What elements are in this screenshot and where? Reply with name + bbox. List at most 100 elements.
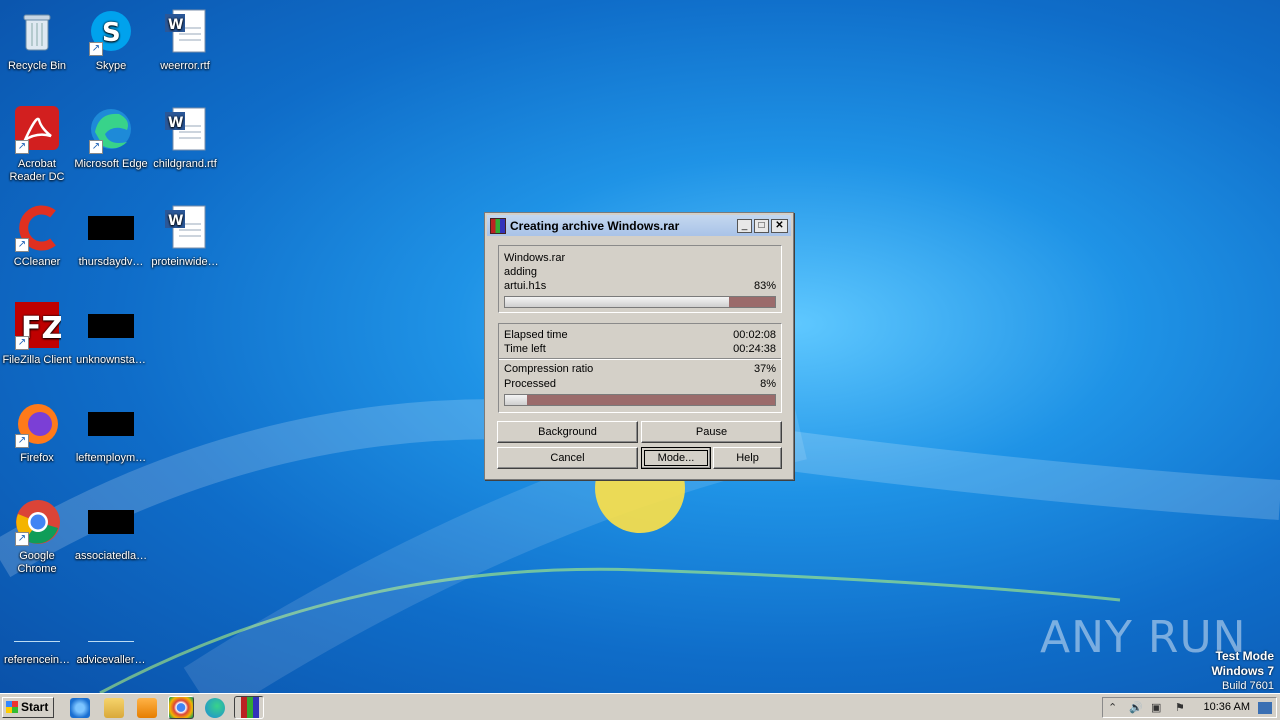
chrome-taskbar-icon[interactable] <box>168 696 194 719</box>
file-percent: 83% <box>753 280 776 292</box>
desktop-icon-label: unknownsta… <box>76 354 146 366</box>
file-icon <box>14 618 60 642</box>
desktop-icon-label: weerror.rtf <box>160 60 210 72</box>
desktop-icon-label: Google Chrome <box>17 550 57 575</box>
redacted-icon <box>88 216 134 240</box>
processed-progress-bar <box>504 394 776 406</box>
compression-label: Compression ratio <box>504 363 594 375</box>
desktop-icon-skype[interactable]: S ↗ Skype <box>74 8 148 73</box>
pause-button[interactable]: Pause <box>641 421 782 443</box>
desktop-icon-label: CCleaner <box>13 256 61 268</box>
elapsed-label: Elapsed time <box>504 329 568 341</box>
file-explorer-icon[interactable] <box>104 698 124 718</box>
desktop-icon-label: Acrobat Reader DC <box>9 158 65 183</box>
shortcut-arrow-icon: ↗ <box>15 238 29 252</box>
action-center-flag-icon[interactable]: ⚑ <box>1175 701 1185 714</box>
word-document-icon: W <box>161 8 209 56</box>
test-mode-notice: Test Mode Windows 7 Build 7601 <box>1211 649 1274 693</box>
time-left-value: 00:24:38 <box>733 343 776 355</box>
winrar-icon <box>490 217 506 234</box>
system-tray: ⌃ 🔊 ▣ ⚑ 10:36 AM <box>1102 697 1277 718</box>
desktop-icon-acrobat[interactable]: ↗ Acrobat Reader DC <box>0 106 74 184</box>
desktop-icon-unknownsta[interactable]: unknownsta… <box>74 302 148 367</box>
redacted-icon <box>88 314 134 338</box>
shortcut-arrow-icon: ↗ <box>15 532 29 546</box>
redacted-icon <box>88 510 134 534</box>
desktop-icon-chrome[interactable]: ↗ Google Chrome <box>0 498 74 576</box>
desktop-icon-label: childgrand.rtf <box>153 158 217 170</box>
test-mode-line3: Build 7601 <box>1222 680 1274 692</box>
desktop-icon-weerror[interactable]: W weerror.rtf <box>148 8 222 73</box>
cancel-button[interactable]: Cancel <box>497 447 638 469</box>
divider <box>499 358 781 360</box>
processed-progress-fill <box>505 395 527 405</box>
clock[interactable]: 10:36 AM <box>1204 701 1250 713</box>
desktop-icon-thursdaydv[interactable]: thursdaydv… <box>74 204 148 269</box>
time-left-row: Time left 00:24:38 <box>499 342 781 356</box>
close-button[interactable]: ✕ <box>771 218 788 233</box>
file-progress-bar <box>504 296 776 308</box>
minimize-button[interactable]: _ <box>737 218 752 233</box>
filezilla-icon: FZ ↗ <box>13 302 63 350</box>
internet-explorer-icon[interactable] <box>70 698 90 718</box>
action-row: adding <box>499 265 781 279</box>
desktop-icon-label: proteinwide… <box>151 256 219 268</box>
desktop-icon-firefox[interactable]: ↗ Firefox <box>0 400 74 465</box>
processed-value: 8% <box>760 378 776 390</box>
winrar-taskbar-icon[interactable] <box>234 696 264 719</box>
desktop-icon-recycle-bin[interactable]: Recycle Bin <box>0 8 74 73</box>
archive-name-row: Windows.rar <box>499 251 781 265</box>
elapsed-row: Elapsed time 00:02:08 <box>499 328 781 342</box>
help-button[interactable]: Help <box>713 447 782 469</box>
acrobat-icon: ↗ <box>13 106 61 154</box>
mode-button[interactable]: Mode... <box>641 447 711 469</box>
desktop-icon-ccleaner[interactable]: ↗ CCleaner <box>0 204 74 269</box>
network-icon[interactable]: ▣ <box>1151 701 1161 714</box>
desktop-icon-childgrand[interactable]: W childgrand.rtf <box>148 106 222 171</box>
current-file-row: artui.h1s 83% <box>499 279 781 293</box>
svg-text:S: S <box>102 18 121 48</box>
winrar-progress-dialog: Creating archive Windows.rar _ □ ✕ Windo… <box>484 212 794 480</box>
desktop-icon-edge[interactable]: ↗ Microsoft Edge <box>74 106 148 171</box>
desktop-icon-label: leftemploym… <box>75 452 147 464</box>
desktop-icon-leftemploym[interactable]: leftemploym… <box>74 400 148 465</box>
desktop-icon-referencein[interactable]: referencein… <box>0 606 74 667</box>
test-mode-line2: Windows 7 <box>1211 664 1274 678</box>
desktop-icon-label: Microsoft Edge <box>74 158 148 170</box>
desktop-icon-label: referencein… <box>3 654 71 666</box>
dialog-titlebar[interactable]: Creating archive Windows.rar _ □ ✕ <box>487 215 791 236</box>
start-button[interactable]: Start <box>2 697 54 718</box>
desktop-icon-filezilla[interactable]: FZ ↗ FileZilla Client <box>0 302 74 367</box>
maximize-button[interactable]: □ <box>754 218 769 233</box>
svg-text:W: W <box>168 115 183 131</box>
processed-row: Processed 8% <box>499 377 781 391</box>
file-progress-fill <box>505 297 730 307</box>
desktop-icon-associatedla[interactable]: associatedla… <box>74 498 148 563</box>
shortcut-arrow-icon: ↗ <box>89 42 103 56</box>
desktop-icon-label: Recycle Bin <box>7 60 67 72</box>
test-mode-line1: Test Mode <box>1215 649 1274 663</box>
desktop-icon-label: thursdaydv… <box>78 256 144 268</box>
desktop-icon-advicevaller[interactable]: advicevaller… <box>74 606 148 667</box>
svg-text:W: W <box>168 17 183 33</box>
ccleaner-icon: ↗ <box>13 204 61 252</box>
elapsed-value: 00:02:08 <box>733 329 776 341</box>
desktop-icon-proteinwide[interactable]: W proteinwide… <box>148 204 222 269</box>
media-player-icon[interactable] <box>137 698 157 718</box>
edge-taskbar-icon[interactable] <box>205 698 225 718</box>
desktop-icon-label: advicevaller… <box>76 654 146 666</box>
show-hidden-icons-icon[interactable]: ⌃ <box>1108 701 1117 714</box>
volume-icon[interactable]: 🔊 <box>1129 701 1143 714</box>
start-label: Start <box>21 700 49 714</box>
redacted-icon <box>88 412 134 436</box>
word-document-icon: W <box>161 106 209 154</box>
compression-row: Compression ratio 37% <box>499 362 781 376</box>
background-button[interactable]: Background <box>497 421 638 443</box>
desktop-icon-label: associatedla… <box>74 550 148 562</box>
desktop-icon-label: Firefox <box>20 452 54 464</box>
skype-icon: S ↗ <box>87 8 135 56</box>
firefox-icon: ↗ <box>13 400 61 448</box>
chrome-icon: ↗ <box>13 498 61 546</box>
show-desktop-icon[interactable] <box>1258 702 1272 714</box>
action-text: adding <box>504 266 538 278</box>
